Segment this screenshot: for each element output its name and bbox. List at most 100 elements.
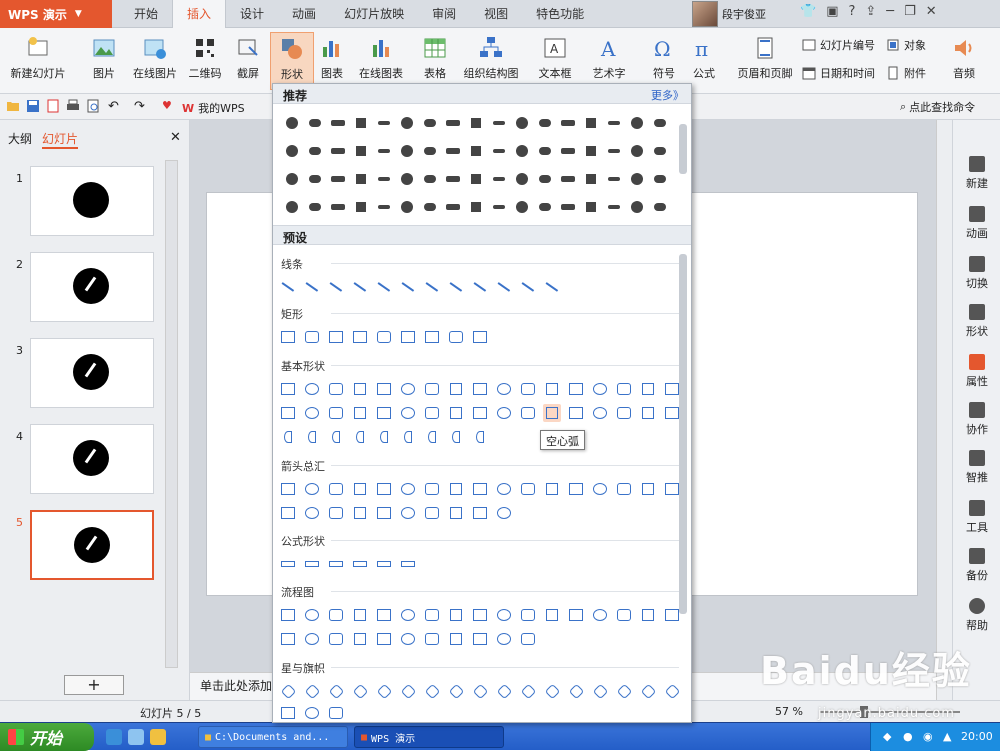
recommended-shape[interactable] (398, 198, 416, 216)
preset-shape[interactable] (543, 480, 561, 498)
close-icon[interactable]: ✕ (926, 4, 937, 19)
preset-shape[interactable] (471, 682, 489, 700)
preset-shape[interactable] (375, 278, 393, 296)
preset-shape[interactable] (663, 682, 681, 700)
preset-shape[interactable] (327, 380, 345, 398)
tab-slideshow[interactable]: 幻灯片放映 (330, 0, 418, 28)
preset-shape[interactable] (591, 480, 609, 498)
zoom-level[interactable]: 57 % (775, 705, 803, 718)
sidebar-animation[interactable]: 动画 (953, 206, 1000, 241)
preset-shape[interactable] (303, 380, 321, 398)
preset-shape[interactable] (423, 404, 441, 422)
preset-shape[interactable] (327, 428, 345, 446)
recommended-shape[interactable] (536, 142, 554, 160)
recommended-shape[interactable] (352, 170, 370, 188)
attachment-button[interactable]: 附件 (886, 64, 926, 82)
sidebar-new[interactable]: 新建 (953, 156, 1000, 191)
preset-shape[interactable] (423, 278, 441, 296)
security-icon[interactable]: ● (903, 730, 913, 743)
preset-shape[interactable] (519, 278, 537, 296)
recommended-scrollbar[interactable] (679, 124, 687, 174)
recommended-shape[interactable] (467, 114, 485, 132)
recommended-shape[interactable] (559, 170, 577, 188)
recommended-shape[interactable] (421, 198, 439, 216)
preset-shape[interactable] (399, 404, 417, 422)
recommended-shape[interactable] (444, 198, 462, 216)
preset-shape[interactable] (279, 480, 297, 498)
input-method-icon[interactable]: ▲ (943, 730, 951, 743)
preset-shape[interactable] (303, 630, 321, 648)
command-search[interactable]: ⌕ 点此查找命令 (900, 99, 975, 115)
slide-thumbnail-selected[interactable] (30, 510, 154, 580)
recommended-shape[interactable] (605, 142, 623, 160)
preset-shape[interactable] (303, 328, 321, 346)
preset-shape[interactable] (279, 704, 297, 722)
preset-shape[interactable] (663, 404, 681, 422)
sidebar-shapes[interactable]: 形状 (953, 304, 1000, 339)
preset-shape[interactable] (447, 630, 465, 648)
recommended-shape[interactable] (536, 198, 554, 216)
preset-shape[interactable] (615, 682, 633, 700)
user-account[interactable]: 段宇俊亚 (692, 0, 766, 28)
preset-shape[interactable] (471, 278, 489, 296)
table-button[interactable]: 表格 (416, 32, 454, 90)
recommended-shape[interactable] (490, 114, 508, 132)
preset-shape[interactable] (471, 404, 489, 422)
recommended-shape[interactable] (490, 170, 508, 188)
clock[interactable]: 20:00 (961, 730, 993, 743)
preset-shape[interactable] (471, 480, 489, 498)
ie-icon[interactable] (106, 729, 122, 745)
formula-button[interactable]: π 公式 (686, 32, 722, 90)
restore-icon[interactable]: ❐ (904, 4, 916, 19)
recommended-shape[interactable] (306, 170, 324, 188)
show-desktop-icon[interactable] (128, 729, 144, 745)
preset-shape[interactable] (615, 480, 633, 498)
panel-scrollbar[interactable] (165, 160, 178, 668)
date-time-button[interactable]: 日期和时间 (802, 64, 875, 82)
preset-shape[interactable] (495, 380, 513, 398)
preset-shape[interactable] (519, 404, 537, 422)
preset-shape[interactable] (279, 682, 297, 700)
preset-shape[interactable] (639, 480, 657, 498)
preset-shape[interactable] (471, 606, 489, 624)
preset-shape[interactable] (399, 504, 417, 522)
save-icon[interactable] (26, 99, 40, 113)
preset-shape[interactable] (543, 278, 561, 296)
sidebar-collaborate[interactable]: 协作 (953, 402, 1000, 437)
print-icon[interactable] (66, 99, 80, 113)
tab-view[interactable]: 视图 (470, 0, 522, 28)
preset-shape[interactable] (423, 504, 441, 522)
preset-shape[interactable] (399, 428, 417, 446)
recommended-shape[interactable] (375, 114, 393, 132)
preset-shape[interactable] (639, 380, 657, 398)
preset-shape[interactable] (447, 404, 465, 422)
recommended-shape[interactable] (582, 114, 600, 132)
preset-scrollbar[interactable] (679, 254, 687, 614)
recommended-shape[interactable] (283, 198, 301, 216)
preset-shape[interactable] (351, 606, 369, 624)
preset-shape[interactable] (327, 278, 345, 296)
tab-outline[interactable]: 大纲 (8, 130, 32, 149)
slide-thumbnail[interactable] (30, 338, 154, 408)
slide-thumbnail[interactable] (30, 166, 154, 236)
help-icon[interactable]: ? (848, 4, 855, 19)
recommended-shape[interactable] (513, 142, 531, 160)
screenshot-button[interactable]: 截屏 (228, 32, 268, 90)
print-preview-icon[interactable] (86, 99, 100, 113)
preset-shape[interactable] (279, 404, 297, 422)
preset-shape[interactable] (495, 606, 513, 624)
recommended-shape[interactable] (398, 114, 416, 132)
preset-shape[interactable] (327, 555, 345, 573)
recommended-shape[interactable] (329, 114, 347, 132)
task-explorer[interactable]: ■ C:\Documents and... (198, 726, 348, 748)
preset-shape[interactable] (471, 380, 489, 398)
preset-shape[interactable] (279, 380, 297, 398)
preset-shape[interactable] (591, 380, 609, 398)
preset-shape[interactable] (519, 682, 537, 700)
preset-shape[interactable] (447, 606, 465, 624)
sidebar-backup[interactable]: 备份 (953, 548, 1000, 583)
preset-shape[interactable] (495, 404, 513, 422)
preset-shape[interactable] (279, 630, 297, 648)
recommended-shape[interactable] (444, 170, 462, 188)
recommended-shape[interactable] (283, 170, 301, 188)
